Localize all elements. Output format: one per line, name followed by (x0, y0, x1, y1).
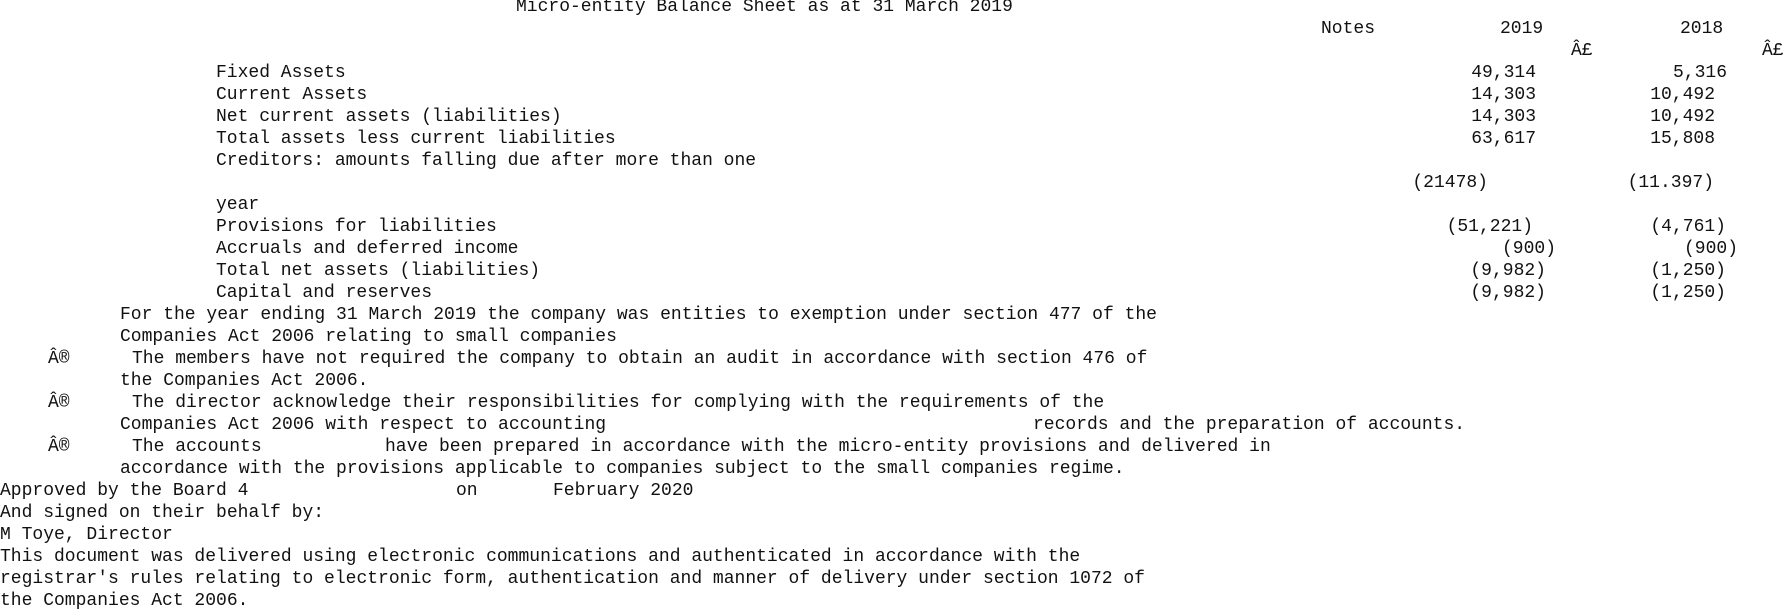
row-value-2018-capital-reserves: (1,250) (1650, 283, 1726, 303)
bullet-marker-icon: Â® (48, 437, 70, 457)
bullet-accounts-line1a: The accounts (132, 437, 262, 457)
footer-line3: the Companies Act 2006. (0, 591, 249, 611)
approval-date: February 2020 (553, 481, 694, 501)
currency-2019: Â£ (1571, 41, 1593, 61)
signed-on-behalf: And signed on their behalf by: (0, 503, 325, 523)
row-label-total-net-assets: Total net assets (liabilities) (216, 261, 541, 281)
row-label-net-current-assets: Net current assets (liabilities) (216, 107, 562, 127)
bullet-accounts-line1b: have been prepared in accordance with th… (385, 437, 1271, 457)
bullet-audit-line2: the Companies Act 2006. (120, 371, 369, 391)
exemption-statement-line1: For the year ending 31 March 2019 the co… (120, 305, 1157, 325)
row-value-2019-accruals: (900) (1501, 239, 1556, 259)
row-value-2019-creditors: (21478) (1412, 173, 1488, 193)
year-2019-column-header: 2019 (1500, 19, 1544, 39)
bullet-accounts-line2: accordance with the provisions applicabl… (120, 459, 1125, 479)
notes-column-header: Notes (1321, 19, 1376, 39)
page-title: Micro-entity Balance Sheet as at 31 Marc… (516, 0, 1013, 17)
row-label-capital-reserves: Capital and reserves (216, 283, 433, 303)
currency-2018: Â£ (1762, 41, 1784, 61)
row-value-2019-total-assets-less-liabilities: 63,617 (1471, 129, 1536, 149)
row-value-2018-current-assets: 10,492 (1650, 85, 1715, 105)
row-value-2018-provisions: (4,761) (1650, 217, 1726, 237)
row-value-2018-accruals: (900) (1683, 239, 1738, 259)
footer-line2: registrar's rules relating to electronic… (0, 569, 1145, 589)
year-2018-column-header: 2018 (1680, 19, 1724, 39)
row-value-2019-provisions: (51,221) (1446, 217, 1533, 237)
bullet-audit-line1: The members have not required the compan… (132, 349, 1148, 369)
row-value-2018-creditors: (11.397) (1627, 173, 1714, 193)
row-label-accruals: Accruals and deferred income (216, 239, 519, 259)
approval-on: on (456, 481, 478, 501)
row-value-2018-net-current-assets: 10,492 (1650, 107, 1715, 127)
row-label-provisions: Provisions for liabilities (216, 217, 497, 237)
row-value-2019-current-assets: 14,303 (1471, 85, 1536, 105)
row-value-2019-fixed-assets: 49,314 (1471, 63, 1536, 83)
row-value-2019-net-current-assets: 14,303 (1471, 107, 1536, 127)
bullet-director-line2a: Companies Act 2006 with respect to accou… (120, 415, 607, 435)
row-value-2018-total-assets-less-liabilities: 15,808 (1650, 129, 1715, 149)
bullet-marker-icon: Â® (48, 393, 70, 413)
bullet-director-line1: The director acknowledge their responsib… (132, 393, 1105, 413)
row-label-fixed-assets: Fixed Assets (216, 63, 346, 83)
row-label-creditors: Creditors: amounts falling due after mor… (216, 151, 757, 171)
row-value-2018-fixed-assets: 5,316 (1672, 63, 1727, 83)
footer-line1: This document was delivered using electr… (0, 547, 1081, 567)
row-label-creditors-continued: year (216, 195, 260, 215)
bullet-marker-icon: Â® (48, 349, 70, 369)
row-value-2019-total-net-assets: (9,982) (1470, 261, 1546, 281)
row-value-2018-total-net-assets: (1,250) (1650, 261, 1726, 281)
approval-prefix: Approved by the Board 4 (0, 481, 249, 501)
row-label-current-assets: Current Assets (216, 85, 368, 105)
row-value-2019-capital-reserves: (9,982) (1470, 283, 1546, 303)
signatory-name: M Toye, Director (0, 525, 173, 545)
row-label-total-assets-less-liabilities: Total assets less current liabilities (216, 129, 616, 149)
exemption-statement-line2: Companies Act 2006 relating to small com… (120, 327, 617, 347)
bullet-director-line2b: records and the preparation of accounts. (1033, 415, 1466, 435)
